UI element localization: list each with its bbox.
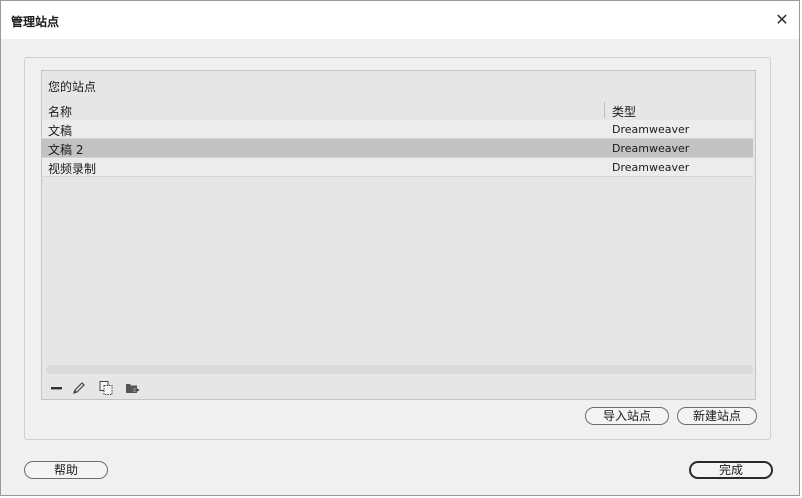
done-button[interactable]: 完成	[689, 461, 773, 479]
duplicate-site-button[interactable]	[97, 379, 115, 397]
site-name: 文稿 2	[48, 143, 84, 157]
panel-title: 您的站点	[48, 80, 97, 94]
sites-panel: 您的站点 名称 类型 文稿 Dreamweaver 文稿 2 Dreamweav…	[41, 70, 756, 400]
remove-site-button[interactable]	[48, 379, 66, 397]
help-button[interactable]: 帮助	[24, 461, 108, 479]
column-divider[interactable]	[604, 102, 605, 118]
edit-site-button[interactable]	[70, 379, 88, 397]
site-type: Dreamweaver	[612, 142, 690, 155]
title-bar: 管理站点 ✕	[1, 1, 799, 39]
close-button[interactable]: ✕	[771, 9, 793, 31]
horizontal-scrollbar[interactable]	[46, 365, 753, 374]
pencil-icon	[73, 382, 85, 394]
export-folder-icon	[126, 384, 140, 393]
dialog-title: 管理站点	[11, 15, 60, 29]
manage-sites-dialog: 管理站点 ✕ 您的站点 名称 类型 文稿 Dreamweaver 文稿 2 Dr…	[0, 0, 800, 496]
column-header-type[interactable]: 类型	[612, 103, 636, 120]
import-site-button[interactable]: 导入站点	[585, 407, 669, 425]
column-header-row: 名称 类型	[42, 100, 755, 120]
site-name: 视频录制	[48, 162, 97, 176]
site-type: Dreamweaver	[612, 161, 690, 174]
column-header-name[interactable]: 名称	[48, 103, 72, 120]
minus-icon	[51, 387, 62, 390]
site-row[interactable]: 文稿 2 Dreamweaver	[42, 139, 753, 158]
new-site-button[interactable]: 新建站点	[677, 407, 757, 425]
duplicate-icon	[99, 381, 113, 395]
site-type: Dreamweaver	[612, 123, 690, 136]
site-row[interactable]: 视频录制 Dreamweaver	[42, 158, 753, 177]
export-site-button[interactable]	[124, 379, 142, 397]
sites-list: 文稿 Dreamweaver 文稿 2 Dreamweaver 视频录制 Dre…	[42, 120, 753, 177]
site-name: 文稿	[48, 124, 73, 138]
close-icon: ✕	[775, 10, 789, 29]
site-row[interactable]: 文稿 Dreamweaver	[42, 120, 753, 139]
